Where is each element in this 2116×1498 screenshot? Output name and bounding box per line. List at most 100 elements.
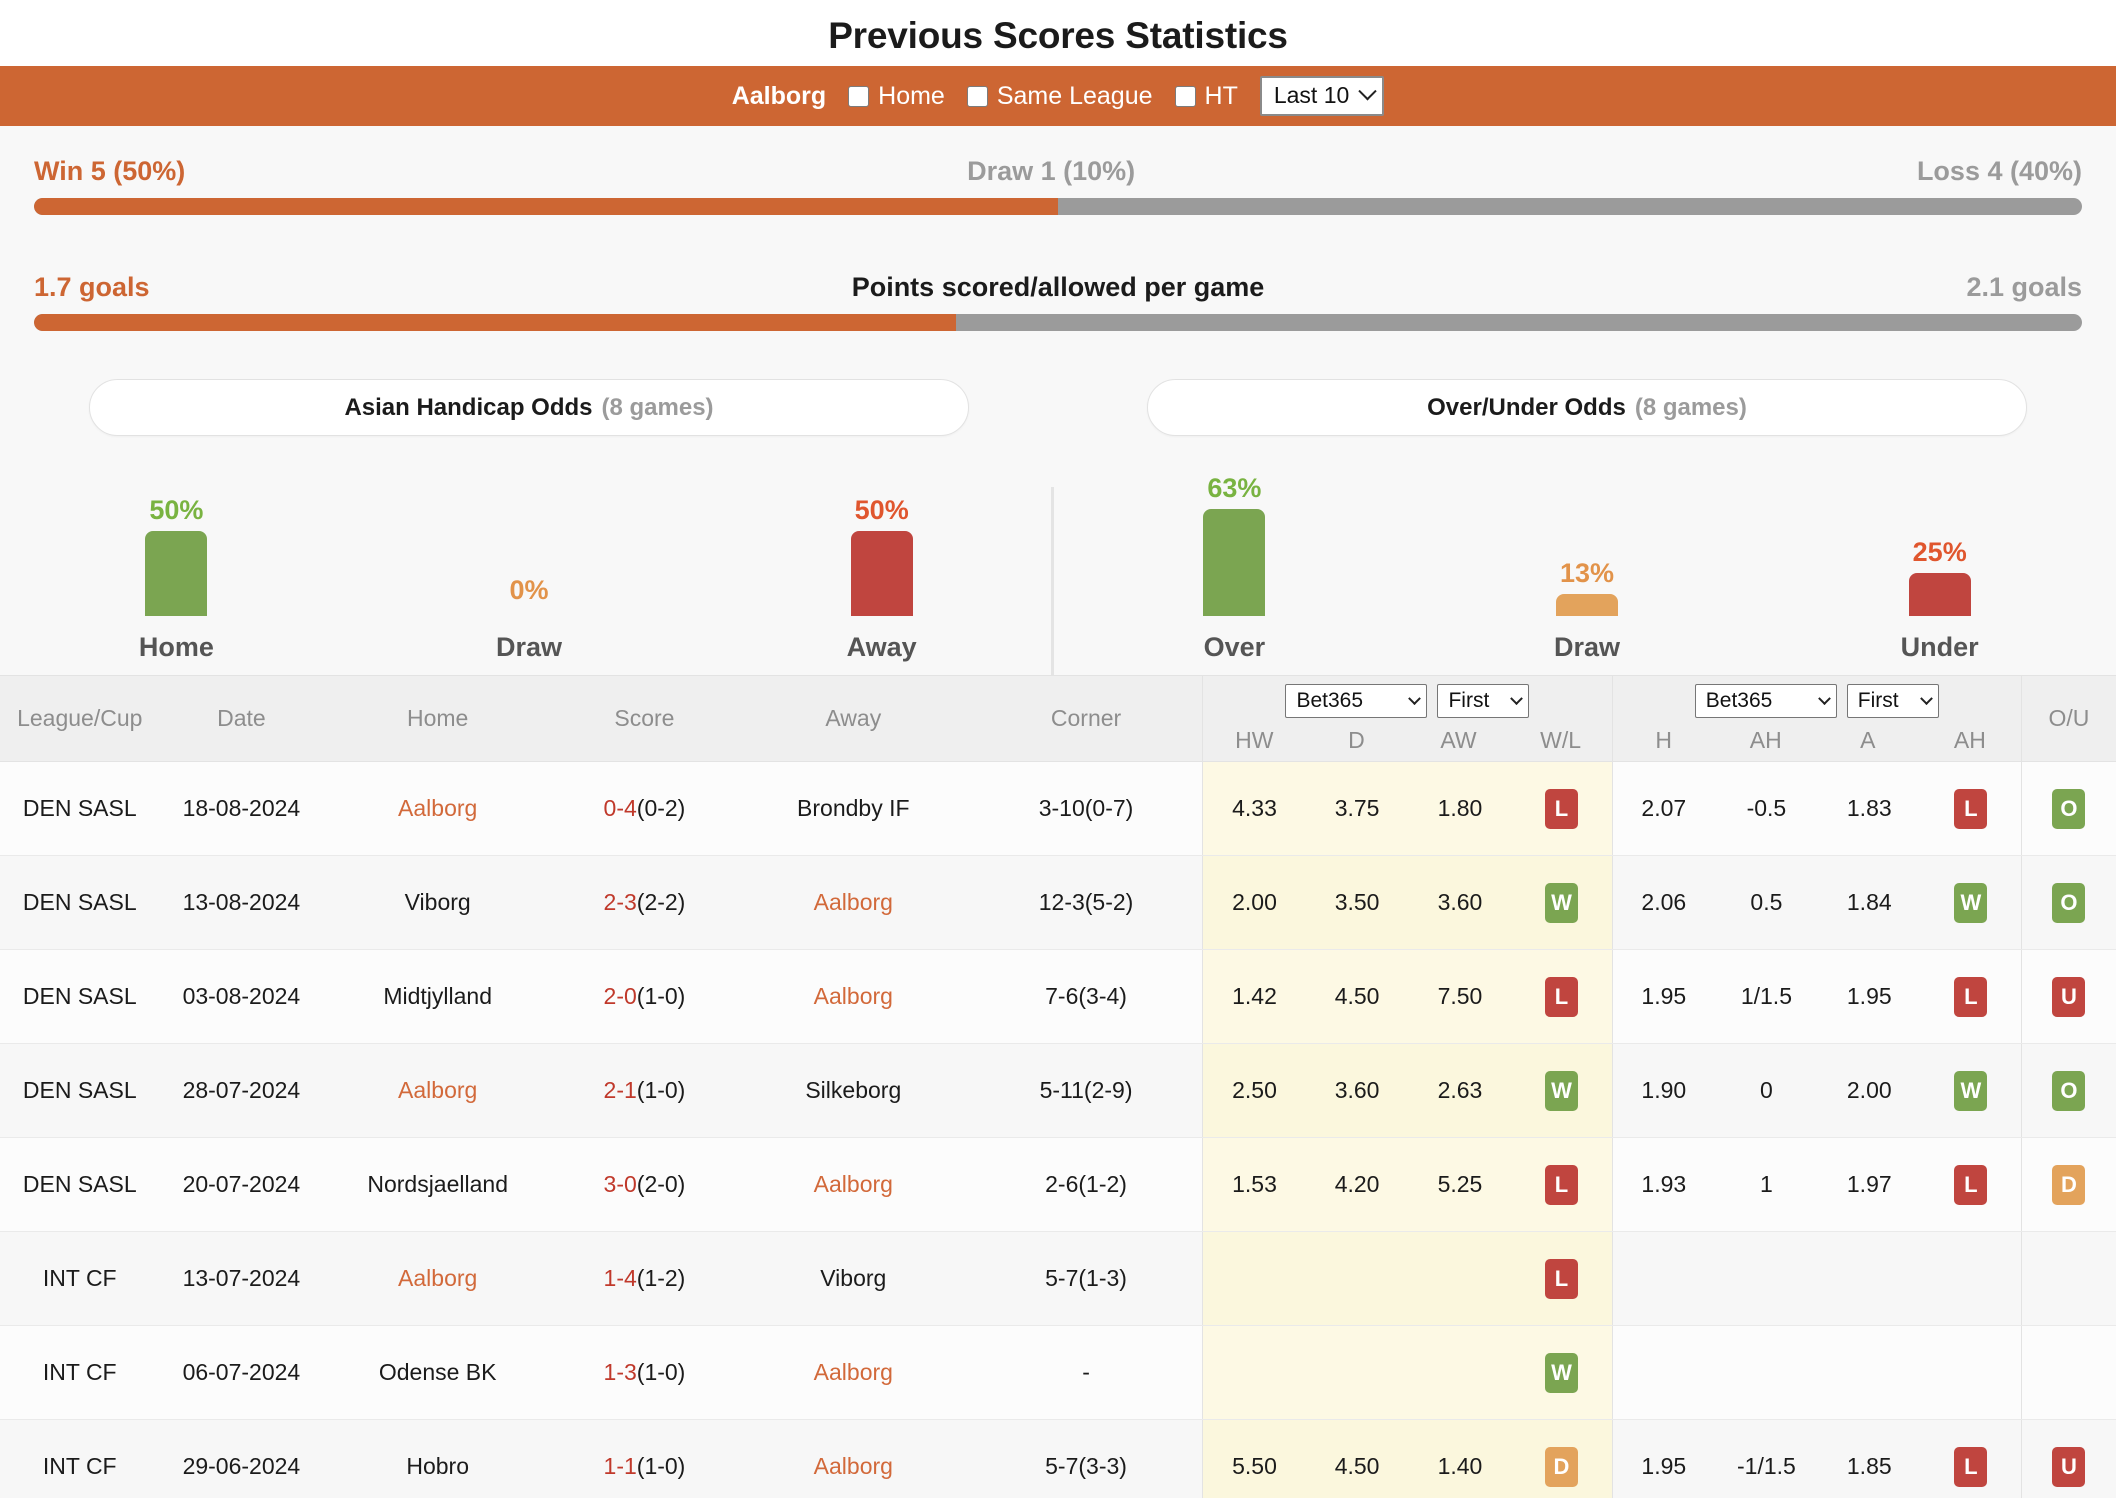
table-row[interactable]: DEN SASL 28-07-2024 Aalborg 2-1(1-0) Silkebo… (0, 1043, 2116, 1138)
asian-handicap-tab[interactable]: Asian Handicap Odds (8 games) (89, 379, 969, 436)
cell-a (1817, 1325, 1921, 1420)
score-halftime: (2-0) (636, 1171, 686, 1197)
range-select[interactable]: Last 10 (1259, 76, 1385, 116)
period-select-2[interactable]: First (1846, 684, 1939, 718)
table-row[interactable]: INT CF 06-07-2024 Odense BK 1-3(1-0) Aalborg… (0, 1325, 2116, 1420)
filter-ht-label: HT (1204, 81, 1238, 110)
cell-ah-line: 0 (1714, 1043, 1818, 1138)
cell-ah-line: 1 (1714, 1137, 1818, 1232)
odds-bar-pct: 50% (854, 495, 909, 525)
table-row[interactable]: DEN SASL 20-07-2024 Nordsjaelland 3-0(2-0) A… (0, 1137, 2116, 1232)
cell-away: Viborg (736, 1231, 970, 1326)
odds-section: Asian Handicap Odds (8 games) 50% Home 0% D… (0, 370, 2116, 729)
subheader-h: H (1655, 727, 1672, 753)
cell-d: 4.50 (1305, 949, 1409, 1044)
cell-ah-result: L (1920, 1137, 2022, 1232)
over-under-tab[interactable]: Over/Under Odds (8 games) (1147, 379, 2027, 436)
goals-row: 1.7 goals Points scored/allowed per game… (34, 242, 2082, 331)
cell-ah-line: -1/1.5 (1714, 1419, 1818, 1498)
cell-h (1611, 1231, 1715, 1326)
cell-hw: 1.42 (1202, 949, 1306, 1044)
th-corner: Corner (969, 675, 1203, 762)
status-badge: D (2052, 1164, 2086, 1205)
cell-score: 1-3(1-0) (552, 1325, 737, 1420)
asian-handicap-panel: Asian Handicap Odds (8 games) 50% Home 0% D… (0, 370, 1058, 675)
bookmaker-select-2[interactable]: Bet365 (1694, 684, 1837, 718)
score-fulltime: 1-1 (603, 1453, 637, 1479)
odds-bar-pct: 13% (1559, 558, 1615, 588)
chevron-down-icon (1510, 691, 1524, 705)
cell-hw: 2.50 (1202, 1043, 1306, 1138)
cell-aw: 1.80 (1408, 761, 1512, 856)
cell-aw (1408, 1231, 1512, 1326)
th-group-1x2: Bet365 First HW D AW W/L (1202, 675, 1613, 762)
group1-subheaders: HW D AW W/L (1203, 720, 1611, 761)
goals-bar-fill (34, 314, 956, 331)
status-badge: L (1954, 1164, 1988, 1205)
checkbox-ht[interactable] (1174, 85, 1196, 107)
cell-away: Silkeborg (736, 1043, 970, 1138)
cell-ah-result: W (1920, 855, 2022, 950)
bookmaker-select-1[interactable]: Bet365 (1285, 684, 1428, 718)
table-row[interactable]: DEN SASL 18-08-2024 Aalborg 0-4(0-2) Brondby… (0, 761, 2116, 856)
status-badge: L (1545, 788, 1578, 829)
score-halftime: (1-2) (636, 1265, 686, 1291)
asian-handicap-games: (8 games) (601, 393, 714, 421)
cell-h: 1.90 (1611, 1043, 1715, 1138)
cell-a: 1.85 (1817, 1419, 1921, 1498)
cell-date: 28-07-2024 (159, 1043, 324, 1138)
cell-hw: 4.33 (1202, 761, 1306, 856)
odds-bar-home: 50% Home (0, 463, 353, 663)
table-row[interactable]: DEN SASL 03-08-2024 Midtjylland 2-0(1-0) Aal… (0, 949, 2116, 1044)
odds-bar-pct: 50% (149, 495, 204, 525)
cell-league: DEN SASL (0, 1043, 160, 1138)
score-halftime: (2-2) (636, 889, 686, 915)
cell-ah-result (1920, 1325, 2022, 1420)
checkbox-home[interactable] (848, 85, 870, 107)
home-team-name: Nordsjaelland (367, 1171, 508, 1197)
cell-ah-line (1714, 1325, 1818, 1420)
filter-home[interactable]: Home (848, 82, 945, 111)
status-badge: L (1545, 976, 1578, 1017)
away-team-name: Aalborg (813, 1359, 893, 1385)
odds-bar-shape (850, 531, 913, 616)
cell-away: Brondby IF (736, 761, 970, 856)
chevron-down-icon (1919, 691, 1933, 705)
status-badge: O (2052, 788, 2086, 829)
table-row[interactable]: INT CF 13-07-2024 Aalborg 1-4(1-2) Viborg 5-7… (0, 1231, 2116, 1326)
away-team-name: Aalborg (813, 1171, 893, 1197)
loss-label: Loss 4 (40%) (1916, 156, 2082, 186)
over-under-games: (8 games) (1634, 393, 1747, 421)
cell-a: 1.95 (1817, 949, 1921, 1044)
score-halftime: (1-0) (636, 983, 686, 1009)
cell-home: Hobro (323, 1419, 553, 1498)
filter-ht[interactable]: HT (1174, 81, 1238, 111)
cell-h: 1.95 (1611, 1419, 1715, 1498)
cell-hw: 1.53 (1202, 1137, 1306, 1232)
filter-same-league[interactable]: Same League (966, 82, 1153, 111)
away-team-name: Viborg (820, 1265, 887, 1291)
table-row[interactable]: DEN SASL 13-08-2024 Viborg 2-3(2-2) Aalborg 1… (0, 855, 2116, 950)
odds-bar-pct: 0% (509, 575, 549, 605)
cell-date: 03-08-2024 (159, 949, 324, 1044)
period-select-2-value: First (1857, 689, 1899, 712)
status-badge: L (1545, 1164, 1578, 1205)
chevron-down-icon (1408, 691, 1422, 705)
cell-away: Aalborg (736, 1325, 970, 1420)
cell-ou (2020, 1325, 2116, 1420)
win-loss-bar (34, 198, 2082, 215)
cell-hw (1202, 1325, 1306, 1420)
cell-h: 2.07 (1611, 761, 1715, 856)
cell-home: Aalborg (323, 1231, 553, 1326)
cell-ah-result (1920, 1231, 2022, 1326)
odds-bar-label: Under (1900, 632, 1979, 662)
score-halftime: (1-0) (636, 1453, 686, 1479)
team-name: Aalborg (731, 81, 827, 110)
odds-bar-shape (1203, 509, 1266, 616)
cell-wl: D (1511, 1419, 1613, 1498)
period-select-1[interactable]: First (1437, 684, 1530, 718)
checkbox-same-league[interactable] (966, 85, 988, 107)
table-row[interactable]: INT CF 29-06-2024 Hobro 1-1(1-0) Aalborg 5-7(… (0, 1419, 2116, 1498)
home-team-name: Aalborg (398, 795, 478, 821)
status-badge: L (1954, 1446, 1988, 1487)
